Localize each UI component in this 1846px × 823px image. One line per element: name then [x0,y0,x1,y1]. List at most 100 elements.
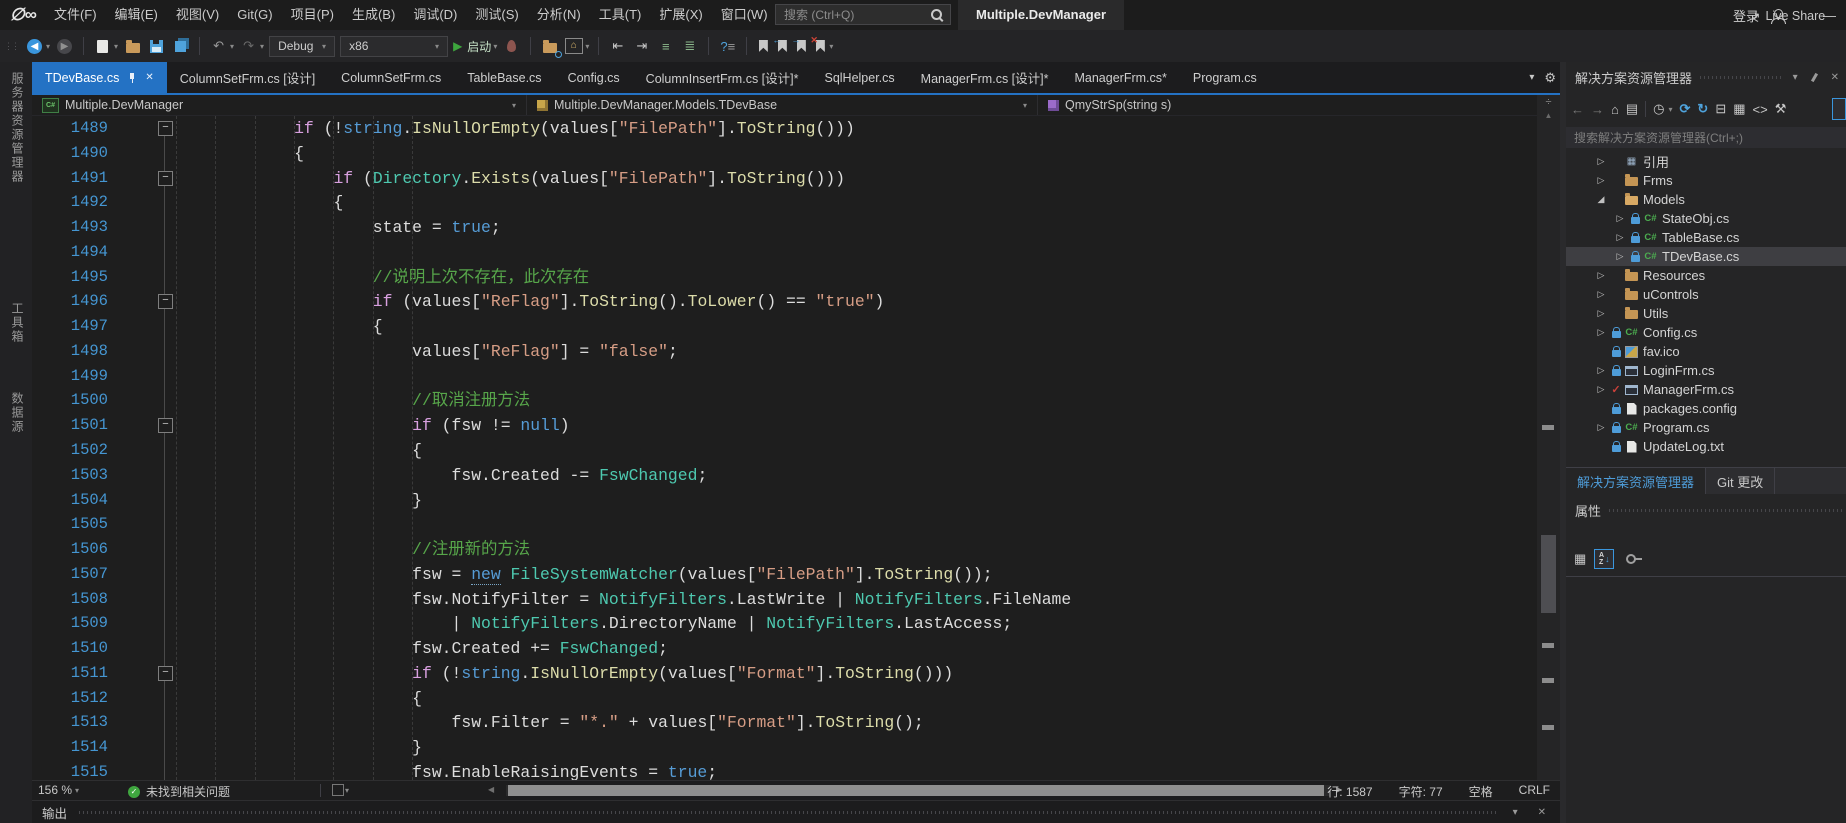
code-line[interactable]: 1489−if (!string.IsNullOrEmpty(values["F… [32,116,1537,141]
menu-item-n[interactable]: 分析(N) [528,0,590,30]
tree-item-Frms[interactable]: ▷Frms [1566,171,1846,190]
filter-dropdown[interactable]: ▾ [1669,105,1673,114]
hot-reload-icon[interactable] [502,36,521,56]
live-share-button[interactable]: ↗ Live Share [1750,0,1846,32]
solution-configuration-select[interactable]: Debug▾ [269,36,335,57]
tree-item-[interactable]: ▷▦引用 [1566,152,1846,171]
tree-item-StateObj.cs[interactable]: ▷C#StateObj.cs [1566,209,1846,228]
active-files-dropdown-icon[interactable]: ▾ [1529,72,1534,83]
navigate-back-dropdown[interactable]: ▾ [46,42,50,51]
line-indicator[interactable]: 行: 1587 [1327,783,1372,800]
sync-active-document-toggle[interactable] [1832,98,1846,120]
forward-icon[interactable]: → [1591,102,1604,117]
sort-alphabetical-icon[interactable]: AZ↓ [1594,549,1614,569]
properties-header[interactable]: 属性 [1566,498,1846,522]
code-line[interactable]: 1493state = true; [32,215,1537,240]
tree-item-Program.cs[interactable]: ▷C#Program.cs [1566,418,1846,437]
code-line[interactable]: 1495//说明上次不存在，此次存在 [32,265,1537,290]
code-line[interactable]: 1513fsw.Filter = "*." + values["Format"]… [32,710,1537,735]
code-line[interactable]: 1508fsw.NotifyFilter = NotifyFilters.Las… [32,587,1537,612]
zoom-level-select[interactable]: 156 %▾ [38,783,79,797]
expander-collapsed-icon[interactable]: ▷ [1612,232,1628,243]
close-icon[interactable]: ✕ [1534,807,1550,818]
categorized-icon[interactable]: ▦ [1574,551,1586,567]
locate-in-solution-explorer-button[interactable]: ⌂ [564,36,583,56]
tree-item-uControls[interactable]: ▷uControls [1566,285,1846,304]
code-line[interactable]: 1492{ [32,190,1537,215]
navigate-forward-doc-icon[interactable]: ⇥ [632,36,651,56]
fold-collapse-button[interactable]: − [158,666,173,681]
tree-item-TDevBase.cs[interactable]: ▷C#TDevBase.cs [1566,247,1846,266]
tab-SqlHelper.cs[interactable]: SqlHelper.cs [811,62,907,93]
open-file-button[interactable] [123,36,142,56]
code-line[interactable]: 1511−if (!string.IsNullOrEmpty(values["F… [32,661,1537,686]
tree-item-TableBase.cs[interactable]: ▷C#TableBase.cs [1566,228,1846,247]
new-file-dropdown[interactable]: ▾ [114,42,118,51]
quick-search-input[interactable]: 搜索 (Ctrl+Q) [775,4,951,25]
new-file-button[interactable] [93,36,112,56]
tree-item-Utils[interactable]: ▷Utils [1566,304,1846,323]
code-line[interactable]: 1500//取消注册方法 [32,388,1537,413]
scrollbar-thumb[interactable] [508,785,1324,796]
close-icon[interactable]: ✕ [1828,72,1842,83]
tab-Program.cs[interactable]: Program.cs [1180,62,1270,93]
locate-dropdown[interactable]: ▾ [585,42,589,51]
menu-item-gitg[interactable]: Git(G) [228,0,281,30]
expander-collapsed-icon[interactable]: ▷ [1593,327,1609,338]
undo-button[interactable]: ↶ [209,36,228,56]
pending-changes-filter-icon[interactable]: ◷ [1653,101,1664,117]
view-code-icon[interactable]: <> [1753,102,1768,117]
code-line[interactable]: 1503fsw.Created -= FswChanged; [32,463,1537,488]
code-line[interactable]: 1498values["ReFlag"] = "false"; [32,339,1537,364]
panel-tab-solution-explorer[interactable]: 解决方案资源管理器 [1566,468,1706,494]
increase-indent-button[interactable]: ≣ [680,36,699,56]
bookmarks-dropdown[interactable]: ▾ [829,42,833,51]
back-icon[interactable]: ← [1571,102,1584,117]
next-bookmark-button[interactable]: → [794,39,808,53]
fold-collapse-button[interactable]: − [158,418,173,433]
tree-item-Models[interactable]: ◢Models [1566,190,1846,209]
fold-collapse-button[interactable]: − [158,171,173,186]
code-line[interactable]: 1499 [32,364,1537,389]
code-line[interactable]: 1501−if (fsw != null) [32,413,1537,438]
expander-collapsed-icon[interactable]: ▷ [1593,270,1609,281]
tab-Config.cs[interactable]: Config.cs [555,62,633,93]
scrollbar-thumb[interactable] [1541,535,1556,613]
refresh-icon[interactable]: ⟳ [1680,101,1691,117]
redo-button[interactable]: ↷ [239,36,258,56]
menu-item-w[interactable]: 窗口(W) [712,0,777,30]
code-editor[interactable]: 1489−if (!string.IsNullOrEmpty(values["F… [32,116,1537,780]
code-line[interactable]: 1507fsw = new FileSystemWatcher(values["… [32,562,1537,587]
code-line[interactable]: 1514} [32,735,1537,760]
previous-bookmark-button[interactable]: ← [775,39,789,53]
expander-collapsed-icon[interactable]: ▷ [1593,156,1609,167]
code-line[interactable]: 1496−if (values["ReFlag"].ToString().ToL… [32,289,1537,314]
code-line[interactable]: 1515fsw.EnableRaisingEvents = true; [32,760,1537,780]
settings-gear-icon[interactable]: ⚙ [1544,70,1556,86]
fold-collapse-button[interactable]: − [158,121,173,136]
tree-item-fav.ico[interactable]: fav.ico [1566,342,1846,361]
tab-ColumnSetFrm.cs[interactable]: ColumnSetFrm.cs [设计] [167,62,328,93]
tab-TableBase.cs[interactable]: TableBase.cs [454,62,554,93]
show-all-files-icon[interactable]: ▦ [1733,101,1745,117]
panel-tab-git-changes[interactable]: Git 更改 [1706,468,1775,494]
menu-item-v[interactable]: 视图(V) [167,0,228,30]
tree-item-Config.cs[interactable]: ▷C#Config.cs [1566,323,1846,342]
code-line[interactable]: 1491−if (Directory.Exists(values["FilePa… [32,166,1537,191]
collapse-all-icon[interactable]: ⊟ [1715,101,1726,117]
menu-item-s[interactable]: 测试(S) [466,0,527,30]
tab-ColumnSetFrm.cs[interactable]: ColumnSetFrm.cs [328,62,454,93]
code-line[interactable]: 1494 [32,240,1537,265]
scroll-up-icon[interactable]: ▲ [1537,111,1560,120]
menu-item-f[interactable]: 文件(F) [45,0,106,30]
line-ending-indicator[interactable]: CRLF [1519,783,1550,800]
close-icon[interactable]: ✕ [145,72,153,83]
menu-item-x[interactable]: 扩展(X) [650,0,711,30]
scroll-left-icon[interactable]: ◀ [488,785,494,794]
menu-item-t[interactable]: 工具(T) [590,0,651,30]
tab-ColumnInsertFrm.cs[interactable]: ColumnInsertFrm.cs [设计]* [633,62,812,93]
expander-collapsed-icon[interactable]: ▷ [1593,308,1609,319]
split-editor-handle[interactable]: ÷ [1537,96,1560,108]
chevron-down-icon[interactable]: ▾ [1509,807,1522,818]
menu-item-p[interactable]: 项目(P) [282,0,343,30]
